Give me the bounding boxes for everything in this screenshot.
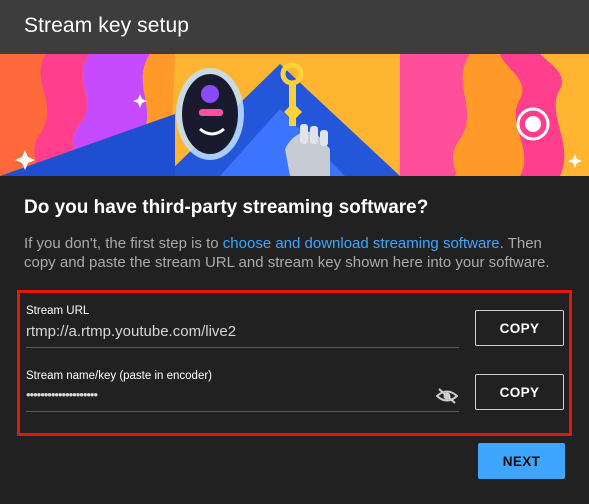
download-software-link[interactable]: choose and download streaming software — [223, 235, 500, 252]
banner-illustration — [0, 54, 589, 176]
stream-key-underline — [26, 411, 459, 412]
section-heading: Do you have third-party streaming softwa… — [24, 197, 429, 218]
stream-url-label: Stream URL — [26, 305, 90, 317]
illustration-banner — [0, 54, 589, 176]
stream-key-label: Stream name/key (paste in encoder) — [26, 370, 213, 382]
stream-url-underline — [26, 347, 459, 348]
dialog-titlebar: Stream key setup — [0, 0, 589, 54]
next-button[interactable]: NEXT — [478, 443, 565, 479]
setup-description: If you don't, the first step is to choos… — [24, 234, 564, 272]
desc-text-start: If you don't, the first step is to — [24, 235, 223, 252]
copy-stream-key-button[interactable]: COPY — [475, 374, 564, 410]
copy-stream-url-button[interactable]: COPY — [475, 310, 564, 346]
stream-url-field[interactable]: rtmp://a.rtmp.youtube.com/live2 — [26, 323, 236, 340]
stream-key-field[interactable]: •••••••••••••••••••• — [26, 387, 98, 402]
eye-off-icon[interactable] — [435, 387, 459, 405]
dialog-title: Stream key setup — [24, 14, 190, 37]
